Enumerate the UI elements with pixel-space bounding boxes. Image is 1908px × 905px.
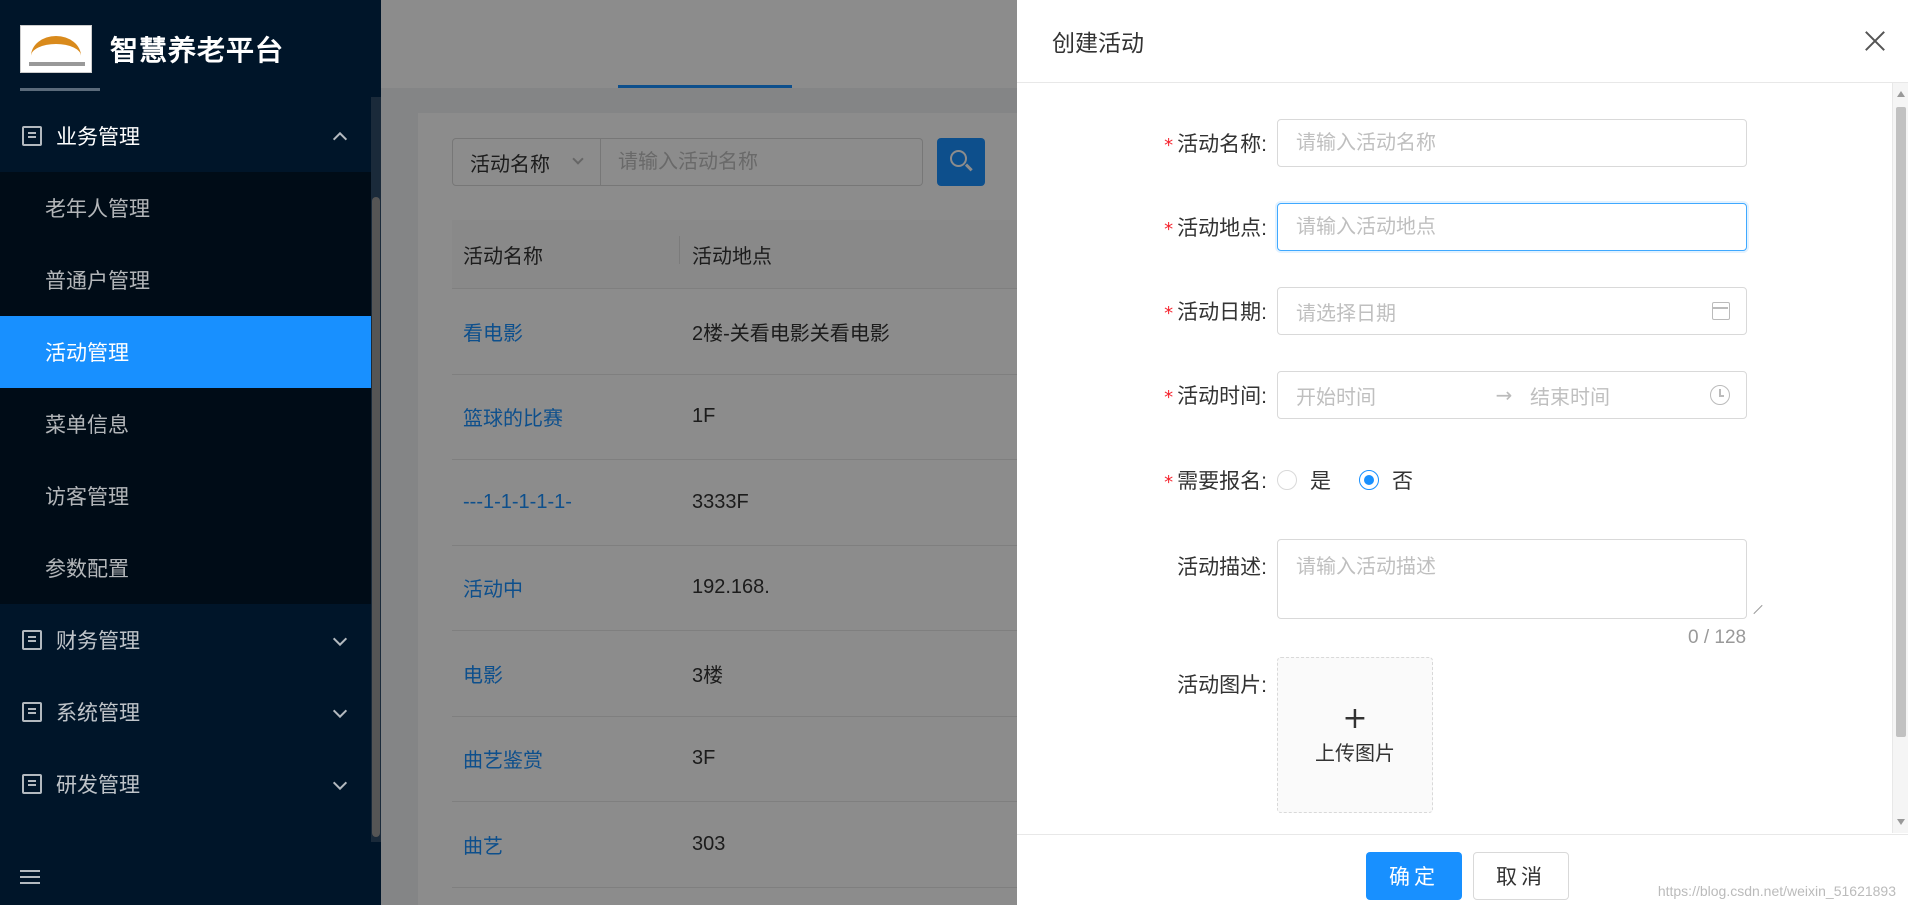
menu-group-label: 财务管理	[56, 630, 140, 653]
menu-group-business[interactable]: 业务管理	[0, 100, 371, 172]
start-time-placeholder[interactable]: 开始时间	[1296, 381, 1486, 410]
radio-yes[interactable]	[1277, 470, 1297, 490]
image-upload-button[interactable]: + 上传图片	[1277, 657, 1433, 813]
menu-group-label: 研发管理	[56, 774, 140, 797]
document-icon	[22, 126, 42, 146]
watermark: https://blog.csdn.net/weixin_51621893	[1657, 883, 1896, 899]
required-mark: *	[1164, 472, 1174, 493]
form-label: 活动图片:	[1177, 674, 1267, 697]
sidebar-item-activities[interactable]: 活动管理	[0, 316, 371, 388]
chevron-down-icon	[332, 775, 348, 791]
calendar-icon	[1712, 302, 1730, 320]
sidebar-item-visitors[interactable]: 访客管理	[0, 460, 371, 532]
close-icon[interactable]	[1864, 30, 1886, 52]
form-label: * 活动名称:	[1164, 133, 1267, 156]
logo-row: 智慧养老平台	[0, 0, 381, 97]
required-mark: *	[1164, 135, 1174, 156]
menu-group-dev[interactable]: 研发管理	[0, 748, 371, 820]
arrow-right-icon: →	[1495, 383, 1513, 407]
activity-time-range-picker[interactable]: 开始时间 → 结束时间	[1277, 371, 1747, 419]
radio-yes-label[interactable]: 是	[1310, 465, 1331, 495]
scroll-down-icon[interactable]	[1897, 819, 1905, 825]
form-row-date: * 活动日期: 请选择日期	[1017, 287, 1892, 335]
chevron-down-icon	[332, 631, 348, 647]
sidebar-item-menu-info[interactable]: 菜单信息	[0, 388, 371, 460]
sidebar: 智慧养老平台 业务管理 老年人管理 普通户管理 活动管理 菜单信息 访客管理 参…	[0, 0, 381, 905]
form-label: * 活动地点:	[1164, 217, 1267, 240]
system-icon	[22, 702, 42, 722]
required-mark: *	[1164, 219, 1174, 240]
radio-no[interactable]	[1359, 470, 1379, 490]
chevron-up-icon	[332, 131, 348, 147]
app-title: 智慧养老平台	[110, 34, 285, 66]
date-placeholder: 请选择日期	[1296, 302, 1396, 325]
sidebar-menu: 业务管理 老年人管理 普通户管理 活动管理 菜单信息 访客管理 参数配置 财务管…	[0, 100, 371, 820]
cut-off-menu-item	[20, 84, 140, 94]
sidebar-item-elderly[interactable]: 老年人管理	[0, 172, 371, 244]
form-label: * 需要报名:	[1164, 470, 1267, 493]
clock-icon	[1710, 385, 1730, 405]
drawer-header: 创建活动	[1017, 0, 1908, 83]
form-row-name: * 活动名称:	[1017, 119, 1892, 167]
menu-group-label: 系统管理	[56, 702, 140, 725]
dev-icon	[22, 774, 42, 794]
resize-handle-icon[interactable]	[1752, 605, 1762, 615]
form-label: * 活动时间:	[1164, 385, 1267, 408]
menu-group-label: 业务管理	[56, 126, 140, 149]
confirm-button[interactable]: 确定	[1366, 852, 1462, 900]
activity-location-input[interactable]	[1277, 203, 1747, 251]
form-label: * 活动日期:	[1164, 301, 1267, 324]
activity-description-textarea[interactable]	[1277, 539, 1747, 619]
required-mark: *	[1164, 387, 1174, 408]
upload-label: 上传图片	[1315, 742, 1395, 765]
form-row-image: 活动图片: + 上传图片	[1017, 657, 1892, 813]
activity-name-input[interactable]	[1277, 119, 1747, 167]
finance-icon	[22, 630, 42, 650]
end-time-placeholder[interactable]: 结束时间	[1530, 381, 1610, 410]
scroll-up-icon[interactable]	[1897, 91, 1905, 97]
char-counter: 0 / 128	[1688, 627, 1747, 648]
sidebar-item-params[interactable]: 参数配置	[0, 532, 371, 604]
logo	[20, 24, 92, 73]
form-row-time: * 活动时间: 开始时间 → 结束时间	[1017, 371, 1892, 419]
form-row-signup: * 需要报名: 是 否	[1017, 465, 1892, 495]
form-row-location: * 活动地点:	[1017, 203, 1892, 251]
menu-group-system[interactable]: 系统管理	[0, 676, 371, 748]
activity-date-picker[interactable]: 请选择日期	[1277, 287, 1747, 335]
create-activity-drawer: 创建活动 *活动名称: *活动地点: *活动日期: 请选择日期 *活动时间: 开…	[1017, 0, 1908, 905]
form-label: 活动描述:	[1177, 556, 1267, 579]
drawer-footer: 确定 取消 https://blog.csdn.net/weixin_51621…	[1017, 834, 1908, 905]
sidebar-scrollbar[interactable]	[371, 97, 381, 842]
form-row-description: 活动描述:	[1017, 539, 1892, 619]
chevron-down-icon	[332, 703, 348, 719]
drawer-scrollbar[interactable]	[1892, 83, 1908, 833]
submenu-business: 老年人管理 普通户管理 活动管理 菜单信息 访客管理 参数配置	[0, 172, 371, 604]
sidebar-item-households[interactable]: 普通户管理	[0, 244, 371, 316]
drawer-title: 创建活动	[1052, 30, 1144, 56]
required-mark: *	[1164, 303, 1174, 324]
plus-icon: +	[1342, 700, 1368, 736]
collapse-menu-icon[interactable]	[20, 870, 40, 886]
cancel-button[interactable]: 取消	[1473, 852, 1569, 900]
radio-no-label[interactable]: 否	[1392, 465, 1413, 495]
menu-group-finance[interactable]: 财务管理	[0, 604, 371, 676]
